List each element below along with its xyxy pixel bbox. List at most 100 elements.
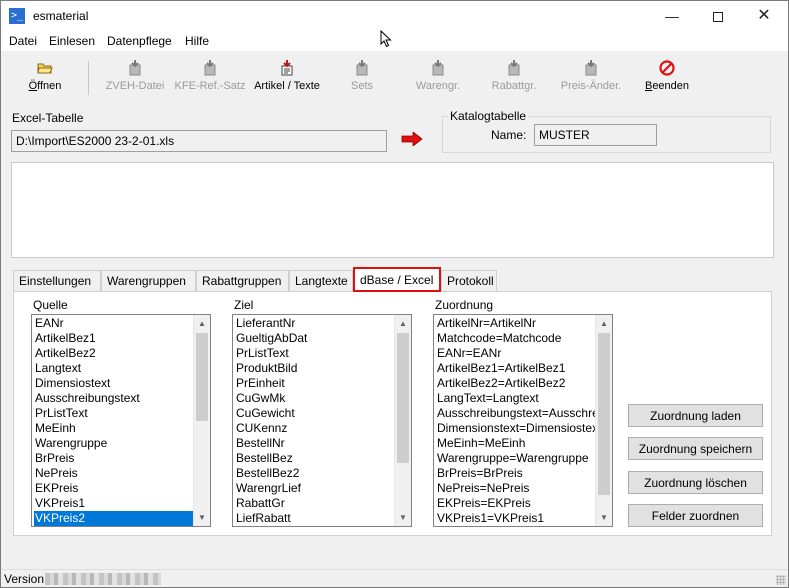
zuordnung-list-item[interactable]: LangText=Langtext — [436, 391, 612, 406]
quelle-list-item[interactable]: MeEinh — [34, 421, 210, 436]
ziel-list-item[interactable]: BestellBez — [235, 451, 411, 466]
maximize-icon — [713, 12, 723, 23]
ziel-list-item[interactable]: LiefRabatt — [235, 511, 411, 526]
minimize-button[interactable]: — — [649, 1, 695, 31]
quelle-list-item[interactable]: NePreis — [34, 466, 210, 481]
ziel-list-item[interactable]: BestellNr — [235, 436, 411, 451]
sets-button[interactable]: Sets — [339, 59, 385, 99]
zuordnung-list-item[interactable]: EKPreis=EKPreis — [436, 496, 612, 511]
menu-hilfe[interactable]: Hilfe — [185, 34, 209, 48]
ziel-list-item[interactable]: ProduktBild — [235, 361, 411, 376]
menu-einlesen[interactable]: Einlesen — [49, 34, 95, 48]
zuordnung-loeschen-button[interactable]: Zuordnung löschen — [628, 471, 763, 494]
quelle-list-item[interactable]: EKPreis — [34, 481, 210, 496]
preis-aender-button[interactable]: Preis-Änder. — [555, 59, 627, 99]
ziel-list-item[interactable]: GueltigAbDat — [235, 331, 411, 346]
quelle-list-item[interactable]: Ausschreibungstext — [34, 391, 210, 406]
ziel-list-item[interactable]: CUKennz — [235, 421, 411, 436]
zuordnung-list-item[interactable]: ArtikelNr=ArtikelNr — [436, 316, 612, 331]
tab-dbase-excel[interactable]: dBase / Excel — [353, 267, 441, 292]
ziel-list-item[interactable]: PrListText — [235, 346, 411, 361]
zuordnung-list-item[interactable]: BrPreis=BrPreis — [436, 466, 612, 481]
quelle-list-item[interactable]: Langtext — [34, 361, 210, 376]
import-arrow-icon — [281, 60, 293, 76]
mouse-cursor-icon — [380, 30, 392, 48]
scroll-up-icon[interactable]: ▲ — [395, 315, 411, 332]
zuordnung-list-item[interactable]: ArtikelBez2=ArtikelBez2 — [436, 376, 612, 391]
rabattgr-button[interactable]: Rabattgr. — [485, 59, 543, 99]
resize-grip-icon[interactable] — [776, 575, 786, 585]
quelle-list-item[interactable]: BrPreis — [34, 451, 210, 466]
zuordnung-list-item[interactable]: NePreis=NePreis — [436, 481, 612, 496]
quelle-list-item[interactable]: EANr — [34, 316, 210, 331]
zuordnung-list-item[interactable]: Ausschreibungstext=Ausschreibungstext — [436, 406, 612, 421]
zveh-file-button[interactable]: ZVEH-Datei — [101, 59, 169, 99]
excel-path-field[interactable]: D:\Import\ES2000 23-2-01.xls — [11, 130, 387, 152]
tab-einstellungen[interactable]: Einstellungen — [13, 270, 101, 291]
zuordnung-speichern-button[interactable]: Zuordnung speichern — [628, 437, 763, 460]
artikel-texte-button[interactable]: Artikel / Texte — [251, 59, 323, 99]
tab-warengruppen[interactable]: Warengruppen — [101, 270, 196, 291]
version-value-redacted — [45, 573, 161, 585]
quelle-listbox[interactable]: EANr ArtikelBez1 ArtikelBez2 Langtext Dimens… — [31, 314, 211, 527]
stop-icon — [659, 60, 675, 76]
warengr-label: Warengr. — [415, 80, 461, 92]
ziel-list-item[interactable]: BestellBez2 — [235, 466, 411, 481]
quelle-scrollbar[interactable]: ▲ ▼ — [193, 315, 210, 526]
tab-langtexte[interactable]: Langtexte — [289, 270, 353, 291]
ziel-list-item[interactable]: CuGewicht — [235, 406, 411, 421]
quelle-list-item[interactable]: Dimensiostext — [34, 376, 210, 391]
zuordnung-list-item[interactable]: MeEinh=MeEinh — [436, 436, 612, 451]
katalog-name-field[interactable]: MUSTER — [534, 124, 657, 146]
kfe-ref-button[interactable]: KFE-Ref.-Satz — [173, 59, 247, 99]
scroll-up-icon[interactable]: ▲ — [194, 315, 210, 332]
scroll-thumb[interactable] — [397, 333, 409, 463]
ziel-listbox[interactable]: LieferantNr GueltigAbDat PrListText Produkt… — [232, 314, 412, 527]
ziel-list-item[interactable]: PrEinheit — [235, 376, 411, 391]
quelle-list-item[interactable]: ArtikelBez2 — [34, 346, 210, 361]
artikel-texte-label: Artikel / Texte — [254, 80, 320, 92]
quelle-list-item[interactable]: VKPreis2 — [34, 511, 210, 526]
tab-protokoll[interactable]: Protokoll — [441, 270, 497, 291]
minimize-icon: — — [665, 8, 679, 24]
ziel-list-item[interactable]: RabattGr — [235, 496, 411, 511]
zuordnung-list-item[interactable]: Matchcode=Matchcode — [436, 331, 612, 346]
maximize-button[interactable] — [695, 1, 741, 31]
zuordnung-list-item[interactable]: EANr=EANr — [436, 346, 612, 361]
exit-button[interactable]: Beenden — [639, 59, 695, 99]
quelle-list-item[interactable]: VKPreis1 — [34, 496, 210, 511]
ziel-list-item[interactable]: LieferantNr — [235, 316, 411, 331]
zuordnung-list-item[interactable]: Warengruppe=Warengruppe — [436, 451, 612, 466]
katalog-name-label: Name: — [491, 128, 527, 142]
scroll-down-icon[interactable]: ▼ — [596, 509, 612, 526]
quelle-list-item[interactable]: PrListText — [34, 406, 210, 421]
quelle-label: Quelle — [33, 298, 68, 312]
menu-datenpflege[interactable]: Datenpflege — [107, 34, 172, 48]
preis-aender-label: Preis-Änder. — [560, 80, 622, 92]
scroll-down-icon[interactable]: ▼ — [194, 509, 210, 526]
tab-rabattgruppen[interactable]: Rabattgruppen — [196, 270, 289, 291]
scroll-thumb[interactable] — [598, 333, 610, 495]
app-window: >_ esmaterial — ✕ Datei Einlesen Datenpf… — [0, 0, 789, 588]
warengr-button[interactable]: Warengr. — [409, 59, 467, 99]
open-button[interactable]: Öffnen — [15, 59, 75, 99]
zuordnung-scrollbar[interactable]: ▲ ▼ — [595, 315, 612, 526]
felder-zuordnen-button[interactable]: Felder zuordnen — [628, 504, 763, 527]
zuordnung-laden-button[interactable]: Zuordnung laden — [628, 404, 763, 427]
close-button[interactable]: ✕ — [741, 1, 787, 31]
zuordnung-list-item[interactable]: Dimensionstext=Dimensiostext — [436, 421, 612, 436]
zuordnung-list-item[interactable]: VKPreis1=VKPreis1 — [436, 511, 612, 526]
open-label: Öffnen — [28, 80, 62, 92]
scroll-down-icon[interactable]: ▼ — [395, 509, 411, 526]
quelle-list-item[interactable]: ArtikelBez1 — [34, 331, 210, 346]
ziel-scrollbar[interactable]: ▲ ▼ — [394, 315, 411, 526]
ziel-list-item[interactable]: WarengrLief — [235, 481, 411, 496]
scroll-up-icon[interactable]: ▲ — [596, 315, 612, 332]
quelle-list-item[interactable]: Warengruppe — [34, 436, 210, 451]
zuordnung-listbox[interactable]: ArtikelNr=ArtikelNr Matchcode=Matchcode EA… — [433, 314, 613, 527]
menu-datei[interactable]: Datei — [9, 34, 37, 48]
ziel-list-item[interactable]: CuGwMk — [235, 391, 411, 406]
title-bar[interactable]: >_ esmaterial — ✕ — [1, 1, 788, 31]
scroll-thumb[interactable] — [196, 333, 208, 421]
zuordnung-list-item[interactable]: ArtikelBez1=ArtikelBez1 — [436, 361, 612, 376]
